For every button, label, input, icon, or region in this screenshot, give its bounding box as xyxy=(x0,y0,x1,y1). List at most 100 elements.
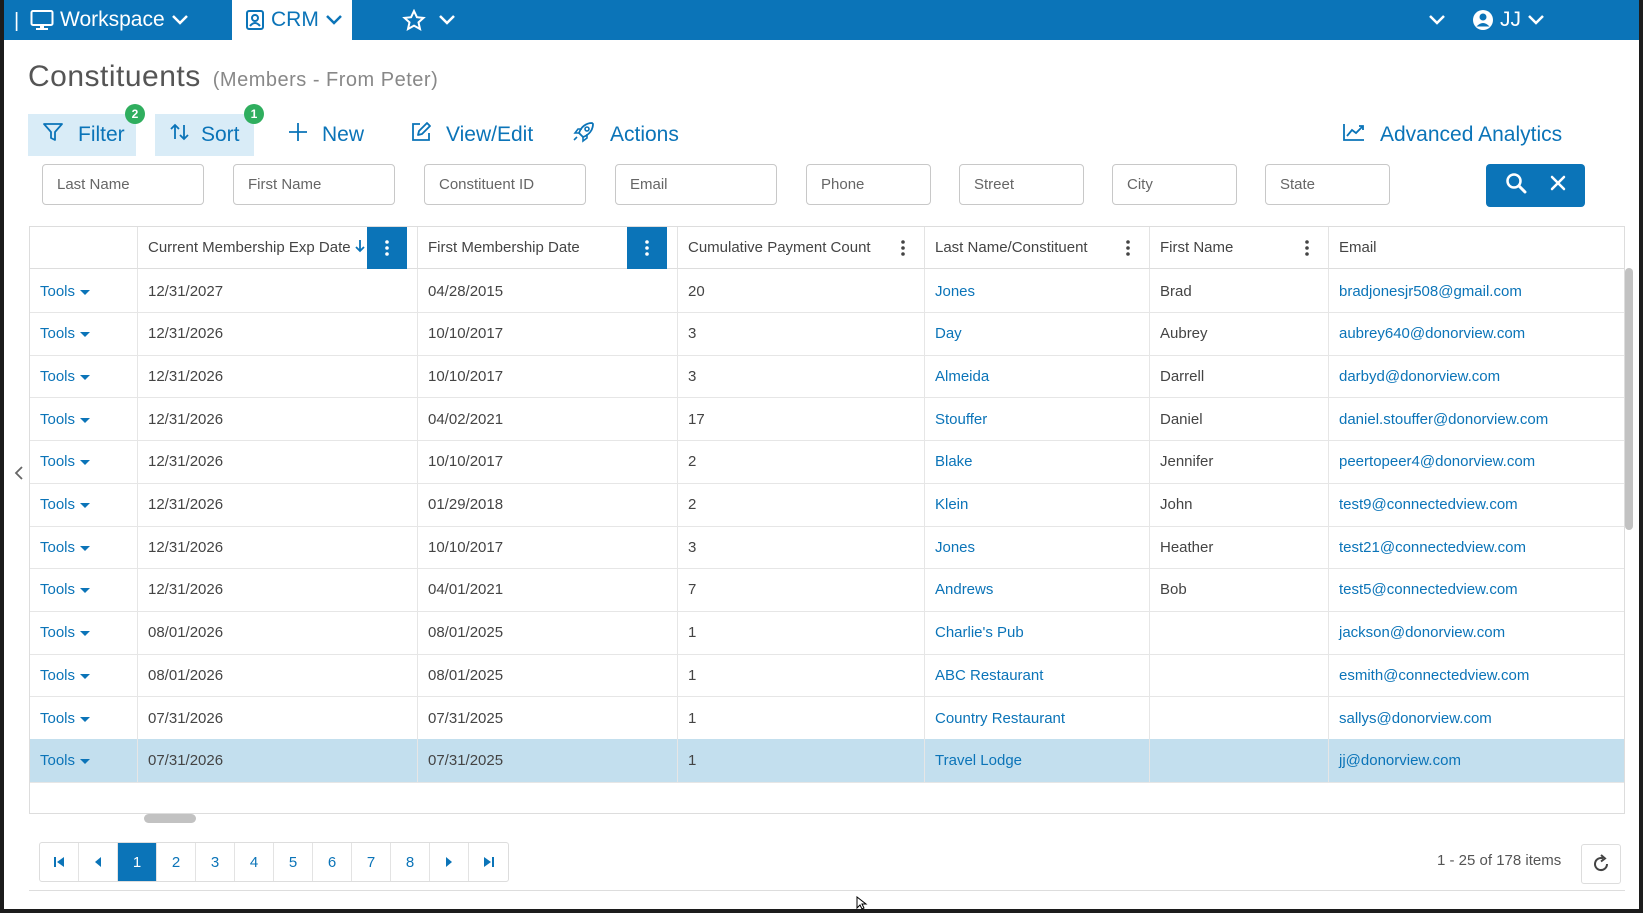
table-row[interactable]: Tools 12/31/2026 10/10/2017 2 Blake Jennifer p… xyxy=(30,439,1624,484)
search-icon[interactable] xyxy=(1505,172,1527,199)
table-row[interactable]: Tools 08/01/2026 08/01/2025 1 Charlie's Pub j… xyxy=(30,610,1624,655)
tools-dropdown[interactable]: Tools xyxy=(30,311,138,356)
constituent-link[interactable]: Blake xyxy=(925,439,1150,484)
crm-menu[interactable]: CRM xyxy=(232,0,352,40)
tools-dropdown[interactable]: Tools xyxy=(30,653,138,698)
constituent-link[interactable]: Charlie's Pub xyxy=(925,610,1150,655)
contact-book-icon xyxy=(245,9,265,31)
first-page-button[interactable] xyxy=(40,843,79,881)
page-button-8[interactable]: 8 xyxy=(391,843,430,881)
table-row[interactable]: Tools 12/31/2026 10/10/2017 3 Jones Heather te… xyxy=(30,525,1624,570)
first-name-column-header[interactable]: First Name xyxy=(1150,227,1329,269)
page-button-2[interactable]: 2 xyxy=(157,843,196,881)
email-filter-input[interactable] xyxy=(615,164,777,205)
page-button-5[interactable]: 5 xyxy=(274,843,313,881)
email-column-header[interactable]: Email xyxy=(1329,227,1624,269)
first-date-column-header[interactable]: First Membership Date xyxy=(418,227,678,269)
tools-dropdown[interactable]: Tools xyxy=(30,525,138,570)
constituent-link[interactable]: Andrews xyxy=(925,567,1150,612)
tools-dropdown[interactable]: Tools xyxy=(30,269,138,313)
city-filter-input[interactable] xyxy=(1112,164,1237,205)
tools-column-header xyxy=(30,227,138,269)
constituent-link[interactable]: Almeida xyxy=(925,354,1150,399)
horizontal-scrollbar[interactable] xyxy=(144,814,196,823)
exp-date-column-header[interactable]: Current Membership Exp Date xyxy=(138,227,418,269)
table-row[interactable]: Tools 07/31/2026 07/31/2025 1 Country Restau… xyxy=(30,696,1624,740)
tools-dropdown[interactable]: Tools xyxy=(30,439,138,484)
page-button-6[interactable]: 6 xyxy=(313,843,352,881)
last-name-filter-input[interactable] xyxy=(42,164,204,205)
constituent-link[interactable]: Jones xyxy=(925,269,1150,313)
payment-count-column-header[interactable]: Cumulative Payment Count xyxy=(678,227,925,269)
table-row[interactable]: Tools 12/31/2026 10/10/2017 3 Day Aubrey aubre… xyxy=(30,311,1624,356)
constituent-link[interactable]: Day xyxy=(925,311,1150,356)
column-menu-button[interactable] xyxy=(892,227,914,269)
filter-button[interactable]: Filter 2 xyxy=(28,104,145,156)
page-button-1[interactable]: 1 xyxy=(118,843,157,881)
constituent-link[interactable]: Country Restaurant xyxy=(925,696,1150,740)
email-link[interactable]: jj@donorview.com xyxy=(1329,739,1624,783)
table-row[interactable]: Tools 12/31/2026 01/29/2018 2 Klein John test9… xyxy=(30,482,1624,527)
table-row[interactable]: Tools 12/31/2026 04/02/2021 17 Stouffer Danie… xyxy=(30,397,1624,442)
tools-dropdown[interactable]: Tools xyxy=(30,610,138,655)
column-menu-button[interactable] xyxy=(627,227,667,269)
collapse-sidebar-icon[interactable] xyxy=(14,465,24,486)
phone-filter-input[interactable] xyxy=(806,164,931,205)
email-link[interactable]: sallys@donorview.com xyxy=(1329,696,1624,740)
constituent-link[interactable]: ABC Restaurant xyxy=(925,653,1150,698)
sort-button[interactable]: Sort 1 xyxy=(155,104,264,156)
favorites-menu[interactable] xyxy=(402,0,456,40)
column-menu-button[interactable] xyxy=(367,227,407,269)
last-name-column-header[interactable]: Last Name/Constituent xyxy=(925,227,1150,269)
constituent-link[interactable]: Jones xyxy=(925,525,1150,570)
email-link[interactable]: peertopeer4@donorview.com xyxy=(1329,440,1624,484)
constituent-link[interactable]: Travel Lodge xyxy=(925,738,1150,783)
table-row[interactable]: Tools 07/31/2026 07/31/2025 1 Travel Lodge jj… xyxy=(30,738,1624,783)
table-row[interactable]: Tools 12/31/2026 10/10/2017 3 Almeida Darrell… xyxy=(30,354,1624,399)
actions-button[interactable]: Actions xyxy=(558,114,693,156)
notifications-menu[interactable] xyxy=(1428,0,1446,40)
email-link[interactable]: bradjonesjr508@gmail.com xyxy=(1329,269,1624,313)
email-link[interactable]: test5@connectedview.com xyxy=(1329,568,1624,612)
new-button[interactable]: New xyxy=(274,114,378,156)
email-link[interactable]: aubrey640@donorview.com xyxy=(1329,312,1624,356)
constituent-id-filter-input[interactable] xyxy=(424,164,586,205)
clear-icon[interactable] xyxy=(1550,175,1566,196)
page-button-3[interactable]: 3 xyxy=(196,843,235,881)
email-link[interactable]: test21@connectedview.com xyxy=(1329,525,1624,569)
street-filter-input[interactable] xyxy=(959,164,1084,205)
constituent-link[interactable]: Stouffer xyxy=(925,397,1150,442)
page-button-7[interactable]: 7 xyxy=(352,843,391,881)
page-button-4[interactable]: 4 xyxy=(235,843,274,881)
email-link[interactable]: jackson@donorview.com xyxy=(1329,611,1624,655)
tools-dropdown[interactable]: Tools xyxy=(30,354,138,399)
table-row[interactable]: Tools 08/01/2026 08/01/2025 1 ABC Restaurant… xyxy=(30,653,1624,698)
tools-dropdown[interactable]: Tools xyxy=(30,696,138,740)
email-link[interactable]: esmith@connectedview.com xyxy=(1329,653,1624,697)
column-menu-button[interactable] xyxy=(1296,227,1318,269)
last-page-button[interactable] xyxy=(469,843,508,881)
tools-dropdown[interactable]: Tools xyxy=(30,738,138,783)
constituent-link[interactable]: Klein xyxy=(925,482,1150,527)
user-menu[interactable]: JJ xyxy=(1472,0,1545,40)
workspace-menu[interactable]: Workspace xyxy=(30,0,189,40)
tools-dropdown[interactable]: Tools xyxy=(30,482,138,527)
first-name-filter-input[interactable] xyxy=(233,164,395,205)
prev-page-button[interactable] xyxy=(79,843,118,881)
first-name-cell: Heather xyxy=(1150,525,1329,570)
email-link[interactable]: darbyd@donorview.com xyxy=(1329,354,1624,398)
advanced-analytics-button[interactable]: Advanced Analytics xyxy=(1328,114,1576,156)
actions-label: Actions xyxy=(610,123,679,146)
vertical-scrollbar[interactable] xyxy=(1625,268,1633,530)
column-menu-button[interactable] xyxy=(1117,227,1139,269)
email-link[interactable]: daniel.stouffer@donorview.com xyxy=(1329,397,1624,441)
table-row[interactable]: Tools 12/31/2026 04/01/2021 7 Andrews Bob test… xyxy=(30,567,1624,612)
state-filter-input[interactable] xyxy=(1265,164,1390,205)
tools-dropdown[interactable]: Tools xyxy=(30,567,138,612)
refresh-button[interactable] xyxy=(1581,844,1621,884)
table-row[interactable]: Tools 12/31/2027 04/28/2015 20 Jones Brad brad… xyxy=(30,269,1624,313)
view-edit-button[interactable]: View/Edit xyxy=(396,114,547,156)
email-link[interactable]: test9@connectedview.com xyxy=(1329,483,1624,527)
tools-dropdown[interactable]: Tools xyxy=(30,397,138,442)
next-page-button[interactable] xyxy=(430,843,469,881)
